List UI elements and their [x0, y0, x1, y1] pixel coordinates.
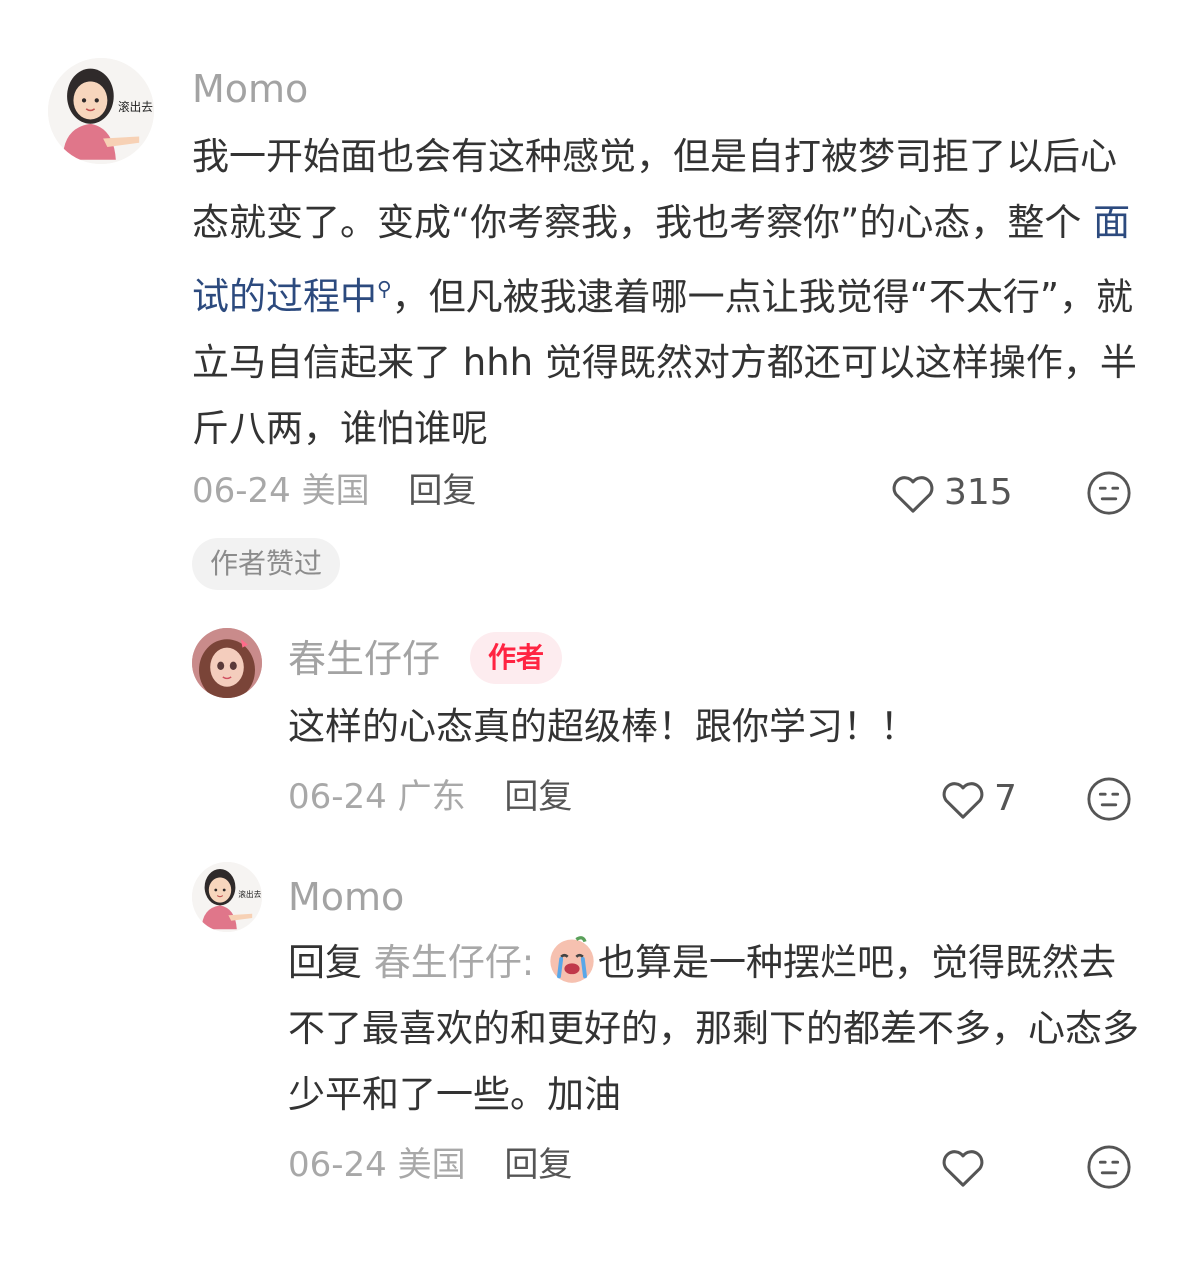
dislike-button[interactable] — [1086, 470, 1132, 516]
girl-portrait-avatar-icon — [192, 628, 262, 698]
search-icon: ⚲ — [377, 277, 392, 301]
reply-text: 回复 春生仔仔: 也算是一种摆烂吧，觉得既然去不了最喜欢的和更好的，那剩下的都差… — [288, 930, 1140, 1128]
crying-face-emoji — [550, 936, 594, 983]
comment-text-part: 我一开始面也会有这种感觉，但是自打被梦司拒了以后心态就变了。变成“你考察我，我也… — [192, 135, 1117, 244]
reply-username[interactable]: 春生仔仔 — [288, 640, 440, 678]
author-liked-tag: 作者赞过 — [192, 538, 341, 590]
like-button[interactable]: 7 — [940, 778, 1017, 820]
heart-outline-icon — [942, 782, 984, 819]
reply-date: 06-24 — [288, 777, 387, 817]
comment-date: 06-24 — [192, 471, 291, 511]
reply-text: 这样的心态真的超级棒！跟你学习！！ — [288, 705, 917, 748]
comment-location: 美国 — [301, 471, 370, 511]
heart-outline-icon — [892, 476, 934, 513]
girl-pointing-avatar-icon: 滚出去 — [192, 862, 262, 932]
neutral-face-icon — [1087, 777, 1131, 821]
reply-date: 06-24 — [288, 1145, 387, 1185]
author-badge: 作者 — [470, 632, 563, 684]
mention-link[interactable]: 春生仔仔 — [374, 941, 522, 984]
avatar-chunsheng[interactable] — [192, 628, 262, 698]
svg-text:滚出去: 滚出去 — [238, 889, 261, 899]
mention-suffix: : — [521, 941, 546, 984]
reply-meta: 06-24 广东 回复 — [288, 780, 572, 814]
reply-location: 广东 — [397, 777, 466, 817]
reply-button[interactable]: 回复 — [408, 471, 476, 511]
comment-meta: 06-24 美国 回复 — [192, 474, 476, 508]
dislike-button[interactable] — [1086, 776, 1132, 822]
comment-text: 我一开始面也会有这种感觉，但是自打被梦司拒了以后心态就变了。变成“你考察我，我也… — [192, 124, 1140, 462]
like-count: 7 — [994, 778, 1017, 819]
reply-button[interactable]: 回复 — [504, 1145, 572, 1185]
neutral-face-icon — [1087, 1145, 1131, 1189]
neutral-face-icon — [1087, 471, 1131, 515]
comment-username[interactable]: Momo — [192, 70, 308, 108]
like-count: 315 — [944, 472, 1013, 513]
like-button[interactable] — [940, 1146, 994, 1188]
avatar-momo[interactable]: 滚出去 — [192, 862, 262, 932]
dislike-button[interactable] — [1086, 1144, 1132, 1190]
reply-meta: 06-24 美国 回复 — [288, 1148, 572, 1182]
reply-button[interactable]: 回复 — [504, 777, 572, 817]
reply-location: 美国 — [397, 1145, 466, 1185]
reply-username[interactable]: Momo — [288, 878, 404, 916]
reply-prefix: 回复 — [288, 941, 374, 984]
like-button[interactable]: 315 — [890, 472, 1013, 514]
avatar-momo[interactable]: 滚出去 — [48, 58, 154, 164]
svg-text:滚出去: 滚出去 — [118, 100, 153, 114]
girl-pointing-avatar-icon: 滚出去 — [48, 58, 154, 164]
heart-outline-icon — [942, 1150, 984, 1187]
